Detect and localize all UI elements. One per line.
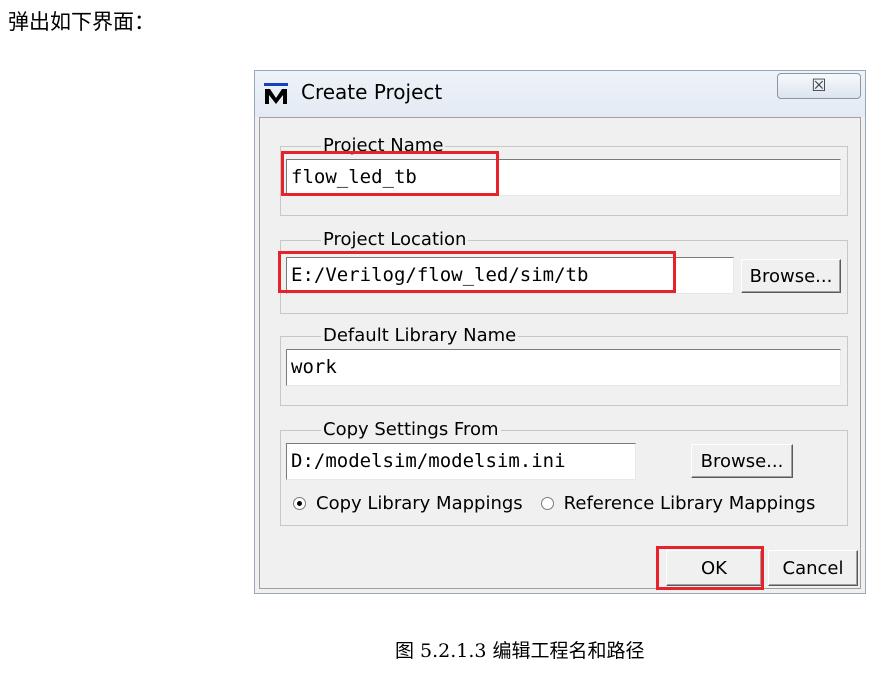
project-name-legend: Project Name [321,135,446,157]
ok-button[interactable]: OK [666,550,762,586]
default-library-input[interactable]: work [286,349,841,386]
project-name-input[interactable]: flow_led_tb [286,159,841,196]
project-location-legend: Project Location [321,229,469,251]
dialog-content: Project Name flow_led_tb Project Locatio… [259,117,861,589]
default-library-group: Default Library Name work [280,325,848,406]
copy-settings-legend: Copy Settings From [321,419,501,441]
settings-browse-button[interactable]: Browse... [691,444,793,478]
radio-selected-dot [297,501,302,506]
create-project-dialog: Create Project ☒ Project Name flow_led_t… [254,70,866,594]
copy-mappings-label[interactable]: Copy Library Mappings [316,493,523,514]
reference-mappings-radio[interactable] [540,497,554,510]
copy-mappings-radio[interactable] [293,497,306,510]
cancel-button[interactable]: Cancel [768,550,858,586]
location-browse-button[interactable]: Browse... [741,259,841,293]
project-name-group: Project Name flow_led_tb [280,135,848,216]
copy-settings-group: Copy Settings From D:/modelsim/modelsim.… [280,419,848,526]
figure-caption: 图 5.2.1.3 编辑工程名和路径 [395,640,645,662]
default-library-legend: Default Library Name [321,325,519,347]
intro-text: 弹出如下界面： [8,10,155,34]
dialog-title: Create Project [301,80,443,104]
project-location-input[interactable]: E:/Verilog/flow_led/sim/tb [286,257,734,294]
copy-settings-input[interactable]: D:/modelsim/modelsim.ini [286,443,636,480]
modelsim-app-icon [264,83,288,104]
mapping-options: Copy Library Mappings Reference Library … [293,493,815,514]
close-button[interactable]: ☒ [777,73,861,99]
reference-mappings-label[interactable]: Reference Library Mappings [564,493,816,514]
title-bar[interactable]: Create Project ☒ [255,71,865,117]
project-location-group: Project Location E:/Verilog/flow_led/sim… [280,229,848,314]
close-icon: ☒ [811,76,827,96]
